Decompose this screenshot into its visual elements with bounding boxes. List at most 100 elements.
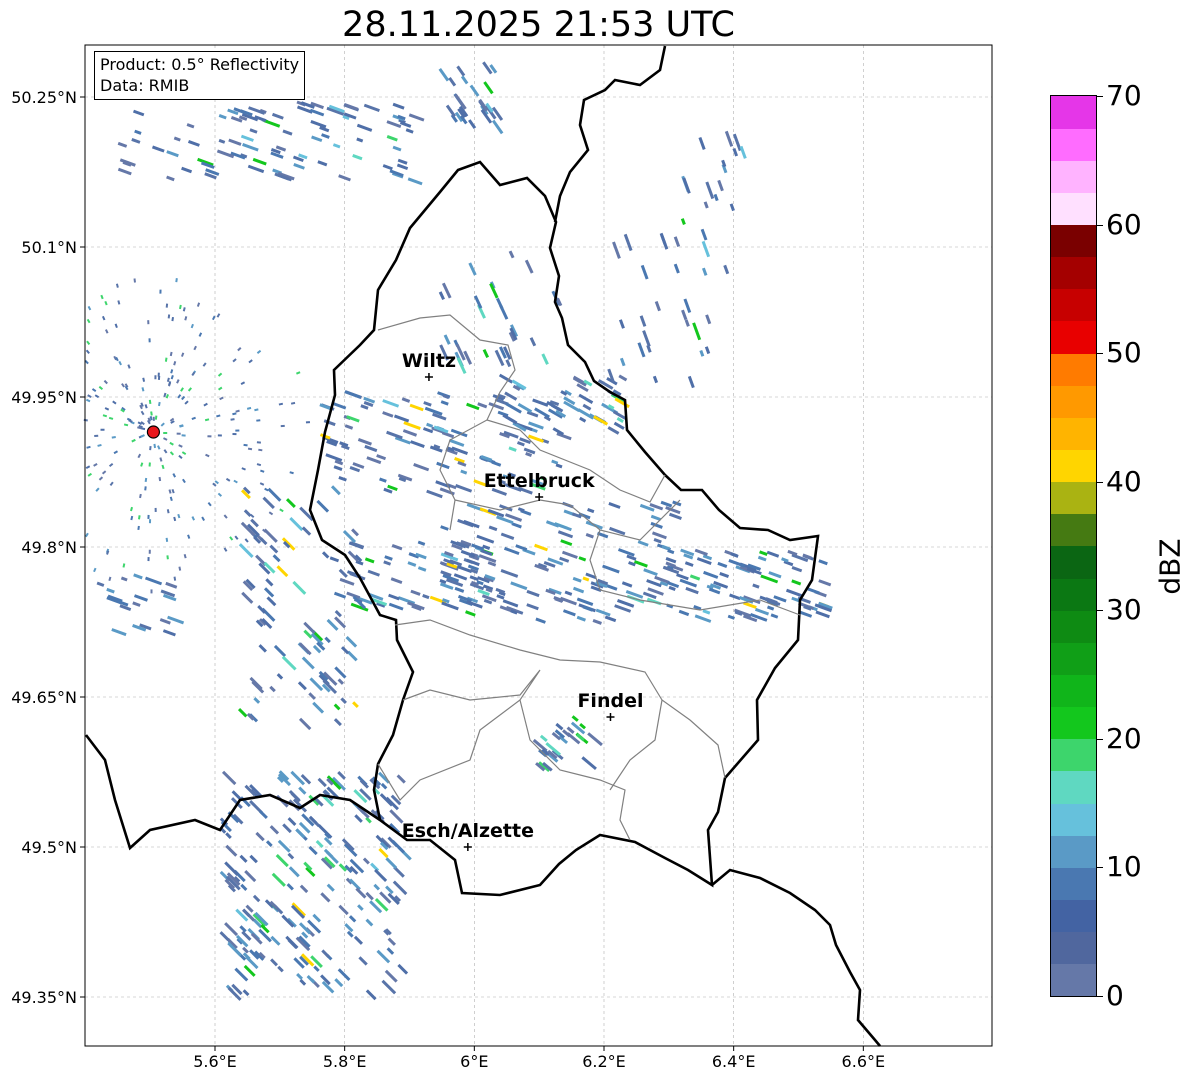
echo-cell (144, 486, 147, 491)
echo-cell (684, 561, 694, 567)
echo-cell (384, 969, 398, 983)
echo-cell (216, 414, 221, 418)
echo-cell (701, 240, 711, 258)
echo-cell (556, 432, 572, 441)
echo-cell (356, 123, 373, 132)
echo-cell (338, 476, 347, 482)
echo-cell (166, 509, 170, 514)
echo-cell (139, 493, 142, 499)
echo-cell (204, 418, 210, 422)
echo-cell (163, 392, 167, 398)
city-marker (463, 843, 472, 851)
echo-cell (422, 427, 434, 434)
echo-cell (680, 218, 686, 225)
echo-cell (439, 582, 454, 590)
echo-cell (160, 422, 165, 427)
echo-cell (330, 485, 341, 496)
echo-cell (288, 866, 300, 878)
echo-cell (144, 576, 163, 586)
echo-cell (639, 315, 647, 327)
echo-cell (122, 563, 126, 568)
echo-cell (281, 655, 297, 671)
echo-cell (440, 400, 449, 406)
echo-cell (131, 138, 141, 144)
echo-cell (94, 434, 99, 438)
echo-cell (705, 314, 712, 325)
echo-cell (388, 602, 404, 611)
echo-cell (100, 294, 104, 300)
echo-cell (170, 369, 174, 374)
echo-cell (704, 346, 711, 355)
echo-cell (95, 487, 100, 492)
echo-cell (223, 514, 228, 519)
echo-cell (86, 318, 91, 324)
echo-cell (263, 528, 278, 543)
echo-cell (703, 570, 719, 579)
lon-tick-label: 6°E (460, 1052, 488, 1071)
echo-cell (296, 972, 304, 980)
echo-cell (417, 566, 427, 572)
echo-cell (142, 377, 146, 382)
echo-cell (276, 565, 289, 578)
echo-cell (113, 450, 118, 455)
echo-cell (654, 300, 661, 312)
echo-cell (529, 337, 537, 347)
echo-cell (137, 453, 142, 459)
echo-cell (585, 533, 594, 539)
echo-cell (172, 473, 177, 478)
echo-cell (154, 415, 158, 420)
echo-cell (248, 359, 253, 364)
echo-cell (187, 534, 191, 539)
colorbar-tick-label: 50 (1106, 336, 1142, 370)
echo-cell (698, 137, 706, 150)
echo-cell (587, 732, 603, 747)
echo-cell (502, 599, 519, 608)
echo-cell (196, 302, 201, 307)
echo-cell (510, 581, 528, 591)
echo-cell (229, 536, 234, 541)
echo-cell (443, 334, 451, 345)
echo-cell (240, 381, 246, 386)
echo-cell (682, 177, 691, 194)
echo-cell (285, 935, 299, 950)
echo-cell (228, 138, 242, 146)
echo-cell (587, 507, 595, 514)
echo-cell (171, 489, 175, 494)
echo-cell (184, 400, 189, 405)
echo-cell (280, 424, 285, 428)
echo-cell (233, 479, 238, 484)
echo-cell (167, 314, 171, 319)
echo-cell (705, 181, 715, 200)
echo-cell (235, 409, 240, 413)
lat-tick-label: 49.65°N (11, 688, 77, 707)
echo-cell (178, 454, 183, 460)
echo-cell (98, 385, 104, 390)
echo-cell (173, 136, 181, 142)
echo-cell (219, 931, 230, 941)
echo-cell (277, 965, 284, 973)
colorbar-tick-mark (1096, 996, 1103, 997)
echo-cell (265, 578, 274, 587)
echo-cell (326, 883, 335, 892)
echo-cell (500, 569, 519, 578)
echo-cell (334, 666, 347, 679)
echo-cell (165, 394, 169, 399)
echo-cell (476, 534, 495, 544)
lon-tick-label: 5.6°E (193, 1052, 237, 1071)
echo-cell (352, 154, 363, 161)
echo-cell (572, 586, 585, 594)
echo-cell (243, 443, 248, 447)
echo-cell (391, 544, 403, 551)
echo-cell (111, 436, 116, 439)
echo-cell (365, 918, 374, 927)
echo-cell (132, 109, 145, 117)
echo-cell (218, 138, 226, 144)
echo-cell (333, 591, 347, 599)
echo-cell (807, 587, 820, 595)
echo-cell (311, 135, 323, 143)
echo-cell (344, 390, 362, 399)
echo-cell (381, 979, 397, 995)
echo-cell (137, 515, 141, 520)
echo-cell (270, 935, 281, 946)
echo-cell (259, 537, 268, 546)
